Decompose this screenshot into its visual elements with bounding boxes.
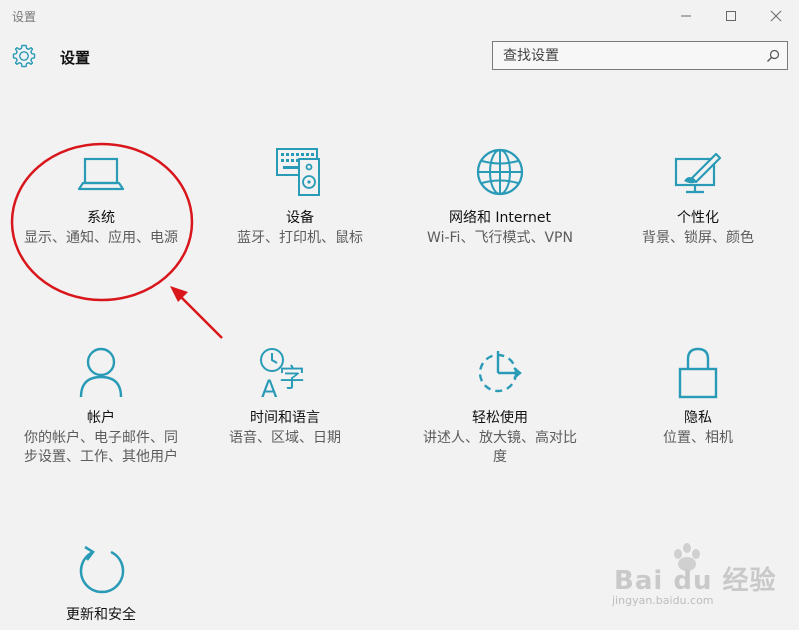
tile-label: 更新和安全 — [66, 607, 136, 623]
search-icon[interactable] — [766, 49, 780, 63]
tile-description: 位置、相机 — [663, 430, 733, 446]
close-button[interactable] — [753, 0, 799, 32]
tile-label: 时间和语言 — [250, 410, 320, 426]
tile-update-security[interactable]: 更新和安全 — [6, 542, 196, 624]
annotation-arrowhead — [170, 286, 188, 302]
tile-label: 帐户 — [87, 410, 115, 426]
tile-description: 蓝牙、打印机、鼠标 — [237, 230, 363, 246]
window-title: 设置 — [12, 10, 37, 24]
tile-description: 讲述人、放大镜、高对比度 — [423, 430, 577, 465]
globe-icon — [476, 148, 524, 196]
page-title: 设置 — [60, 49, 91, 67]
annotation-overlay — [10, 142, 223, 339]
title-bar: 设置 — [0, 0, 799, 32]
search-box[interactable] — [492, 41, 788, 70]
annotation-arrow — [179, 295, 223, 339]
minimize-button[interactable] — [663, 0, 709, 32]
settings-header: 设置 — [0, 36, 799, 80]
tile-description: Wi-Fi、飞行模式、VPN — [427, 230, 573, 246]
laptop-icon — [77, 157, 125, 191]
baidu-watermark: Bai du 经验 jingyan.baidu.com — [612, 540, 792, 620]
tile-description: 你的帐户、电子邮件、同步设置、工作、其他用户 — [24, 430, 178, 465]
gear-icon — [12, 44, 36, 68]
maximize-button[interactable] — [708, 0, 754, 32]
tile-label: 个性化 — [677, 210, 719, 226]
update-icon — [79, 545, 125, 594]
time-language-icon: A 字 — [260, 348, 305, 403]
tile-description: 背景、锁屏、颜色 — [642, 230, 754, 246]
person-icon — [79, 347, 123, 398]
tile-label: 系统 — [87, 210, 115, 226]
watermark-brand: Bai du 经验 — [614, 566, 777, 596]
tile-description: 显示、通知、应用、电源 — [24, 230, 178, 246]
ease-of-access-icon — [478, 351, 522, 393]
tile-label: 设备 — [286, 210, 314, 226]
maximize-icon — [726, 11, 736, 21]
tile-accounts[interactable]: 帐户 你的帐户、电子邮件、同步设置、工作、其他用户 — [6, 345, 196, 467]
svg-text:字: 字 — [279, 364, 305, 394]
tile-network[interactable]: 网络和 Internet Wi-Fi、飞行模式、VPN — [405, 145, 595, 248]
watermark-url: jingyan.baidu.com — [612, 594, 714, 607]
svg-text:A: A — [261, 375, 278, 403]
personalization-icon — [674, 152, 722, 194]
tile-label: 轻松使用 — [472, 410, 528, 426]
close-icon — [770, 10, 782, 22]
search-input[interactable] — [493, 42, 758, 69]
tile-devices[interactable]: 设备 蓝牙、打印机、鼠标 — [205, 145, 395, 248]
tile-privacy[interactable]: 隐私 位置、相机 — [603, 345, 793, 448]
tile-time-language[interactable]: A 字 时间和语言 语音、区域、日期 — [190, 345, 380, 448]
lock-icon — [678, 347, 718, 399]
devices-icon — [276, 148, 320, 196]
tile-label: 网络和 Internet — [448, 210, 552, 226]
minimize-icon — [681, 15, 691, 17]
tile-system[interactable]: 系统 显示、通知、应用、电源 — [6, 145, 196, 248]
tile-ease-of-access[interactable]: 轻松使用 讲述人、放大镜、高对比度 — [405, 345, 595, 467]
tile-label: 隐私 — [684, 410, 712, 426]
tile-description: 语音、区域、日期 — [229, 430, 341, 446]
tile-personalization[interactable]: 个性化 背景、锁屏、颜色 — [603, 145, 793, 248]
